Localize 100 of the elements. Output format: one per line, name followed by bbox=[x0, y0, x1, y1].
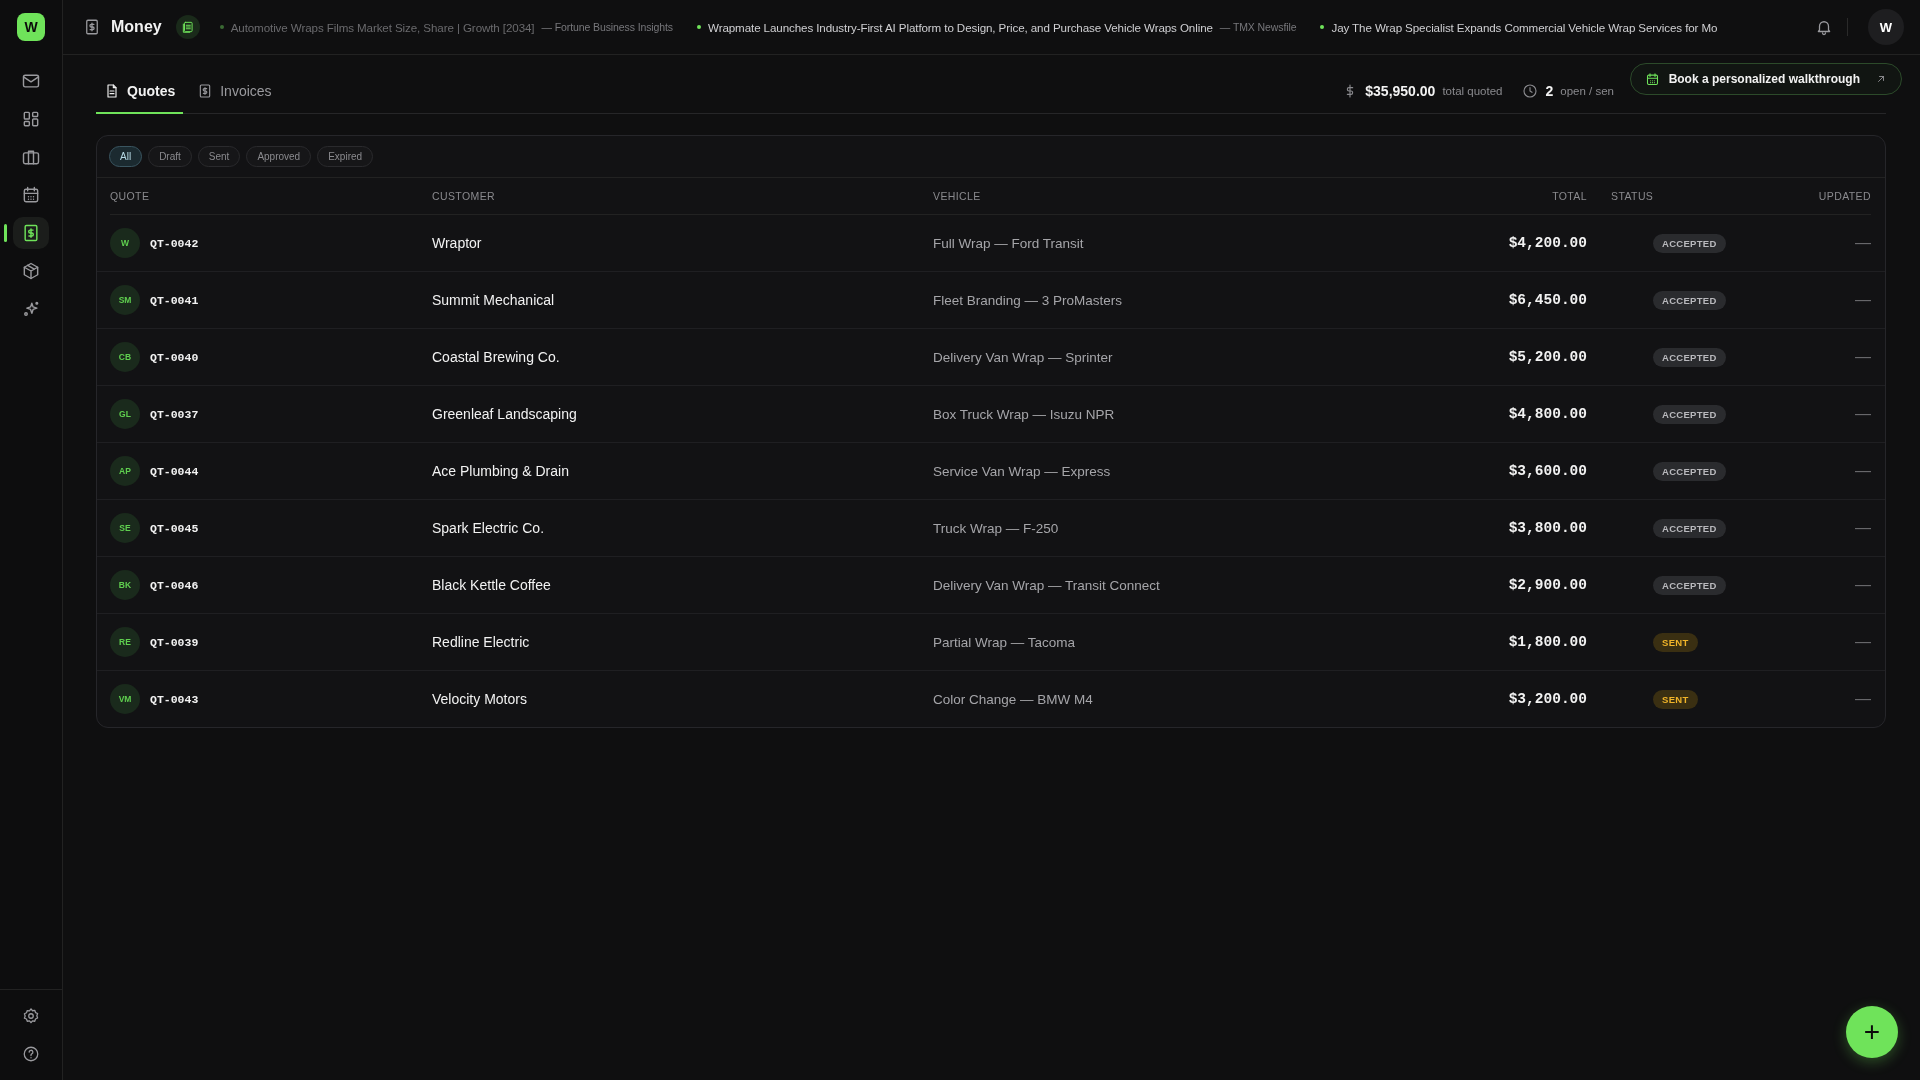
mail-icon bbox=[21, 71, 41, 91]
calendar-icon bbox=[1644, 71, 1660, 87]
vehicle-description: Delivery Van Wrap — Transit Connect bbox=[933, 577, 1161, 593]
quote-total: $1,800.00 bbox=[1507, 634, 1587, 650]
status-badge: ACCEPTED bbox=[1653, 461, 1726, 481]
vehicle-description: Color Change — BMW M4 bbox=[933, 691, 1094, 707]
quote-id[interactable]: QT-0046 bbox=[150, 578, 199, 592]
vehicle-description: Delivery Van Wrap — Sprinter bbox=[933, 349, 1114, 365]
customer-avatar: SE bbox=[110, 513, 140, 543]
tab[interactable]: Quotes bbox=[96, 69, 184, 114]
vehicle-description: Partial Wrap — Tacoma bbox=[933, 634, 1077, 650]
column-header: TOTAL bbox=[1437, 178, 1587, 215]
customer-name: Ace Plumbing & Drain bbox=[432, 463, 570, 479]
customer-avatar: AP bbox=[110, 456, 140, 486]
customer-avatar: RE bbox=[110, 627, 140, 657]
status-badge: ACCEPTED bbox=[1653, 575, 1726, 595]
clock-icon bbox=[1522, 83, 1539, 99]
filter-chip[interactable]: Expired bbox=[317, 146, 374, 167]
customer-avatar: GL bbox=[110, 399, 140, 429]
column-header: UPDATED bbox=[1761, 178, 1871, 215]
quote-id[interactable]: QT-0039 bbox=[150, 635, 199, 649]
quote-id[interactable]: QT-0042 bbox=[150, 236, 199, 250]
vehicle-description: Truck Wrap — F-250 bbox=[933, 520, 1060, 536]
status-badge: SENT bbox=[1653, 632, 1698, 652]
filter-chip[interactable]: Draft bbox=[148, 146, 192, 167]
dollar-bill-icon bbox=[83, 18, 101, 36]
status-badge: ACCEPTED bbox=[1653, 347, 1726, 367]
vehicle-description: Box Truck Wrap — Isuzu NPR bbox=[933, 406, 1116, 422]
updated-cell-text: — bbox=[1854, 576, 1871, 594]
customer-name: Redline Electric bbox=[432, 634, 531, 650]
updated-cell-text: — bbox=[1854, 462, 1871, 480]
ledger-button[interactable] bbox=[175, 15, 200, 39]
quote-id[interactable]: QT-0041 bbox=[150, 293, 199, 307]
customer-name: Wraptor bbox=[432, 235, 483, 251]
customer-name: Velocity Motors bbox=[432, 691, 528, 707]
updated-cell-text: — bbox=[1854, 633, 1871, 651]
customer-name: Greenleaf Landscaping bbox=[432, 406, 578, 422]
user-avatar[interactable]: W bbox=[1868, 9, 1904, 45]
help-icon bbox=[22, 1045, 40, 1063]
new-quote-button[interactable]: + bbox=[1846, 1006, 1898, 1058]
quote-total: $4,200.00 bbox=[1507, 235, 1587, 251]
bullet-icon bbox=[1320, 25, 1325, 29]
bullet-icon bbox=[219, 25, 224, 29]
updated-cell-text: — bbox=[1854, 519, 1871, 537]
customer-avatar: BK bbox=[110, 570, 140, 600]
updated-cell-text: — bbox=[1854, 348, 1871, 366]
arrow-icon bbox=[1875, 73, 1887, 85]
quote-total: $4,800.00 bbox=[1507, 406, 1587, 422]
active-indicator bbox=[4, 224, 7, 242]
page-title: Money bbox=[111, 18, 162, 36]
quote-id[interactable]: QT-0043 bbox=[150, 692, 199, 706]
settings-icon bbox=[22, 1007, 40, 1025]
quote-total: $3,600.00 bbox=[1507, 463, 1587, 479]
document-icon bbox=[180, 20, 195, 34]
customer-avatar: VM bbox=[110, 684, 140, 714]
news-source: — TMX Newsfile bbox=[1219, 21, 1297, 33]
stat-value: 2 bbox=[1545, 83, 1554, 99]
bullet-icon bbox=[697, 25, 701, 29]
vehicle-description: Full Wrap — Ford Transit bbox=[933, 235, 1085, 251]
vehicle-description: Fleet Branding — 3 ProMasters bbox=[933, 292, 1124, 308]
column-header: STATUS bbox=[1587, 178, 1761, 215]
app-logo[interactable]: W bbox=[17, 13, 45, 41]
filter-chip[interactable]: All bbox=[109, 146, 143, 167]
quote-id[interactable]: QT-0044 bbox=[150, 464, 199, 478]
customer-name: Summit Mechanical bbox=[432, 292, 556, 308]
customer-name: Coastal Brewing Co. bbox=[432, 349, 561, 365]
quote-id[interactable]: QT-0040 bbox=[150, 350, 199, 364]
notification-bell-icon[interactable] bbox=[1815, 18, 1833, 36]
sparkles-icon bbox=[21, 299, 41, 319]
quote-total: $2,900.00 bbox=[1507, 577, 1587, 593]
customer-avatar: W bbox=[110, 228, 140, 258]
quote-total: $3,800.00 bbox=[1507, 520, 1587, 536]
news-headline: Automotive Wraps Films Market Size, Share | Growth [2034] bbox=[230, 20, 535, 34]
updated-cell-text: — bbox=[1854, 405, 1871, 423]
status-badge: ACCEPTED bbox=[1653, 518, 1726, 538]
briefcase-icon bbox=[21, 147, 41, 167]
dashboard-icon bbox=[21, 109, 41, 129]
quote-total: $6,450.00 bbox=[1507, 292, 1587, 308]
news-ticker-item[interactable]: Wrapmate Launches Industry-First AI Platform to Design, Price, and Purchase Vehicle Wraps Online — TMX Newsfile bbox=[697, 20, 1297, 34]
tab[interactable]: Invoices bbox=[189, 69, 280, 114]
walkthrough-button[interactable]: Book a personalized walkthrough bbox=[1629, 63, 1902, 95]
filter-chip[interactable]: Sent bbox=[197, 146, 241, 167]
filter-chip[interactable]: Approved bbox=[246, 146, 312, 167]
news-ticker-item[interactable]: Automotive Wraps Films Market Size, Share | Growth [2034] — Fortune Business Insights bbox=[219, 20, 673, 34]
customer-avatar: CB bbox=[110, 342, 140, 372]
stat-label: total quoted bbox=[1442, 85, 1503, 97]
quote-id[interactable]: QT-0045 bbox=[150, 521, 199, 535]
vehicle-description: Service Van Wrap — Express bbox=[933, 463, 1112, 479]
column-header: VEHICLE bbox=[933, 178, 1437, 215]
stat-value: $35,950.00 bbox=[1365, 83, 1436, 99]
updated-cell-text: — bbox=[1854, 291, 1871, 309]
quote-total: $5,200.00 bbox=[1507, 349, 1587, 365]
updated-cell-text: — bbox=[1854, 234, 1871, 252]
customer-name: Spark Electric Co. bbox=[432, 520, 546, 536]
status-badge: ACCEPTED bbox=[1653, 233, 1726, 253]
status-badge: ACCEPTED bbox=[1653, 404, 1726, 424]
customer-name: Black Kettle Coffee bbox=[432, 577, 552, 593]
package-icon bbox=[21, 261, 41, 281]
status-badge: ACCEPTED bbox=[1653, 290, 1726, 310]
quote-id[interactable]: QT-0037 bbox=[150, 407, 199, 421]
